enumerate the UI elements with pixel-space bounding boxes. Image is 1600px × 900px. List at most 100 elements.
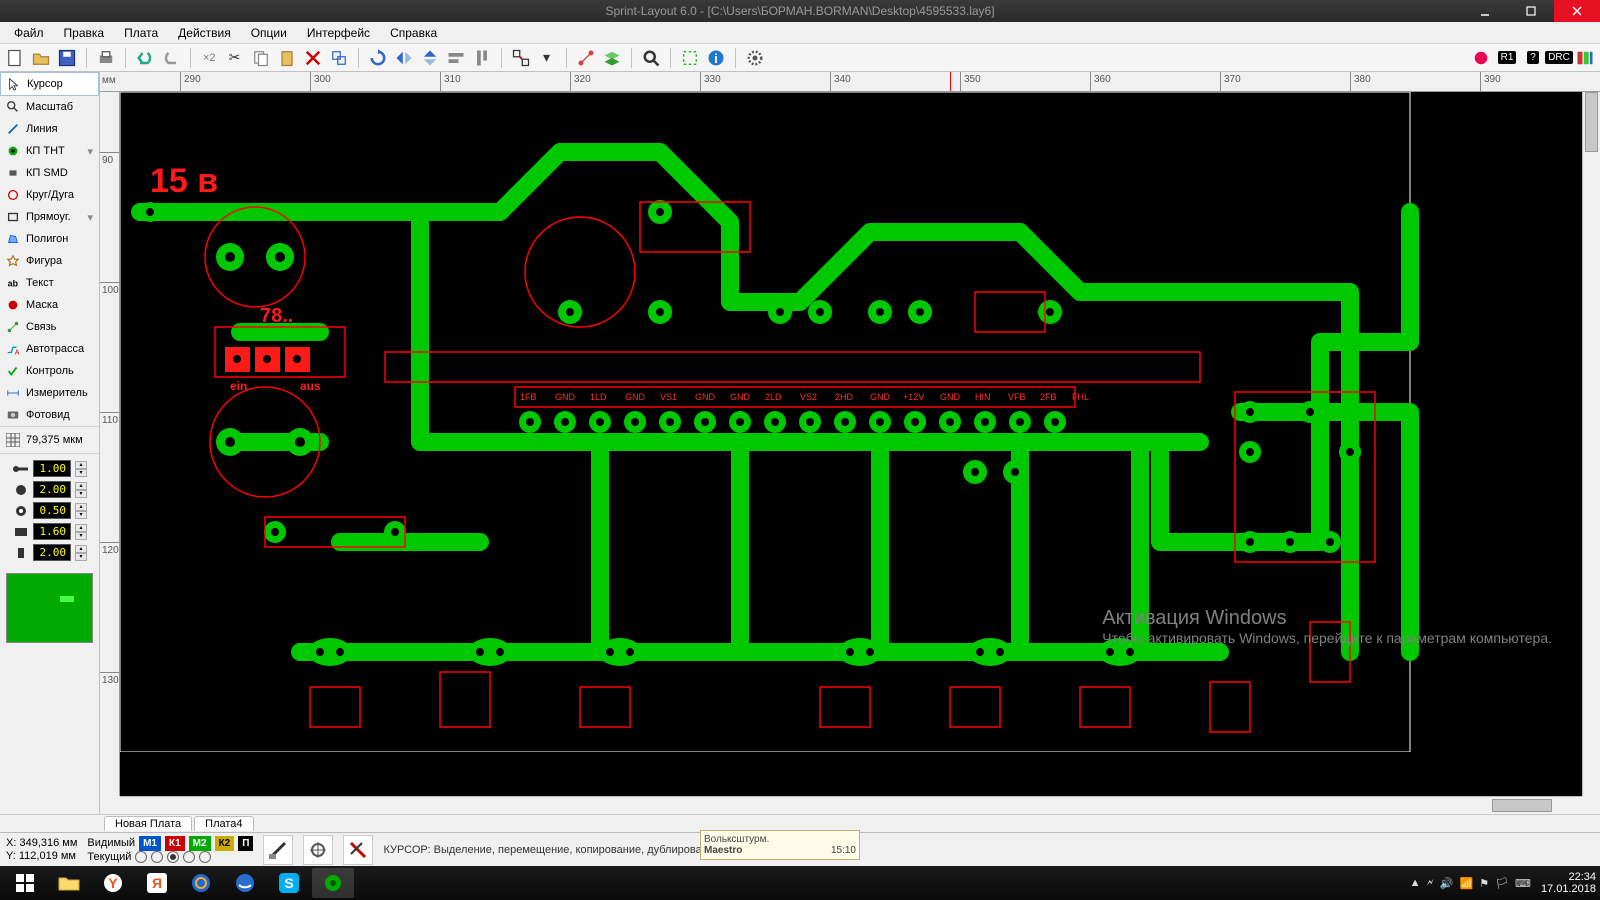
menu-interface[interactable]: Интерфейс xyxy=(299,24,378,42)
tool-smd-pad[interactable]: КП SMD xyxy=(0,162,99,184)
delete-button[interactable] xyxy=(302,47,324,69)
layer-radio-m1[interactable] xyxy=(135,851,147,863)
menu-options[interactable]: Опции xyxy=(243,24,295,42)
menu-file[interactable]: Файл xyxy=(6,24,52,42)
layer-radio-k1[interactable] xyxy=(151,851,163,863)
scrollbar-horizontal[interactable] xyxy=(120,796,1582,814)
taskbar-yandex[interactable]: Y xyxy=(92,868,134,898)
stepper[interactable]: ▴▾ xyxy=(75,461,87,477)
stepper[interactable]: ▴▾ xyxy=(75,545,87,561)
help-badge[interactable]: ? xyxy=(1522,47,1544,69)
tool-autoroute[interactable]: AАвтотрасса xyxy=(0,338,99,360)
align-button-2[interactable] xyxy=(471,47,493,69)
tool-mask[interactable]: Маска xyxy=(0,294,99,316)
paste-button[interactable] xyxy=(276,47,298,69)
tray-volume-icon[interactable]: 🔊 xyxy=(1440,877,1454,890)
stepper[interactable]: ▴▾ xyxy=(75,503,87,519)
status-tool-1[interactable] xyxy=(263,835,293,865)
tray-network-icon[interactable]: 📶 xyxy=(1460,877,1474,890)
tray-keyboard-icon[interactable]: ⌨ xyxy=(1515,877,1531,890)
param-pad-inner[interactable]: 0.50 xyxy=(33,502,71,519)
taskbar-sprint-layout[interactable] xyxy=(312,868,354,898)
tool-shape[interactable]: Фигура xyxy=(0,250,99,272)
duplicate-button[interactable] xyxy=(328,47,350,69)
tool-polygon[interactable]: Полигон xyxy=(0,228,99,250)
system-tray[interactable]: ▲ 🗲 🔊 📶 ⚑ 🏳 ⌨ xyxy=(1410,877,1531,890)
param-pad-outer[interactable]: 2.00 xyxy=(33,481,71,498)
taskbar-preview-popup[interactable]: Волькcштурм. Maestro 15:10 xyxy=(700,830,860,860)
tool-photoview[interactable]: Фотовид xyxy=(0,404,99,426)
tool-measure[interactable]: Измеритель xyxy=(0,382,99,404)
settings-button[interactable] xyxy=(744,47,766,69)
selection-button[interactable] xyxy=(679,47,701,69)
dropdown-icon[interactable]: ▾ xyxy=(536,47,558,69)
stepper[interactable]: ▴▾ xyxy=(75,482,87,498)
status-tool-3[interactable] xyxy=(343,835,373,865)
stepper[interactable]: ▴▾ xyxy=(75,524,87,540)
tool-text[interactable]: abТекст xyxy=(0,272,99,294)
flip-h-button[interactable] xyxy=(393,47,415,69)
layer-radio-m2[interactable] xyxy=(167,851,179,863)
menu-actions[interactable]: Действия xyxy=(170,24,239,42)
library-button[interactable] xyxy=(1574,47,1596,69)
taskbar-skype[interactable]: S xyxy=(268,868,310,898)
status-tool-2[interactable] xyxy=(303,835,333,865)
layer-m2[interactable]: М2 xyxy=(189,836,211,851)
menu-help[interactable]: Справка xyxy=(382,24,445,42)
layer-button[interactable] xyxy=(601,47,623,69)
tray-up-icon[interactable]: ▲ xyxy=(1410,877,1421,890)
menu-edit[interactable]: Правка xyxy=(56,24,113,42)
menu-board[interactable]: Плата xyxy=(116,24,166,42)
layer-k2[interactable]: К2 xyxy=(215,836,235,851)
close-button[interactable] xyxy=(1554,0,1600,22)
tool-cursor[interactable]: Курсор xyxy=(0,72,99,96)
record-icon[interactable] xyxy=(1470,47,1492,69)
tool-arc[interactable]: Круг/Дуга xyxy=(0,184,99,206)
param-trace-width[interactable]: 1.00 xyxy=(33,460,71,477)
flip-v-button[interactable] xyxy=(419,47,441,69)
tool-connection[interactable]: Связь xyxy=(0,316,99,338)
drc-badge[interactable]: DRC xyxy=(1548,47,1570,69)
layer-k1[interactable]: К1 xyxy=(165,836,185,851)
tool-rect[interactable]: Прямоуг.▾ xyxy=(0,206,99,228)
taskbar-yandex2[interactable]: Я xyxy=(136,868,178,898)
redo-button[interactable] xyxy=(160,47,182,69)
board-preview[interactable] xyxy=(6,573,93,643)
taskbar-clock[interactable]: 22:34 17.01.2018 xyxy=(1541,871,1596,895)
layer-radio-k2[interactable] xyxy=(183,851,195,863)
tray-shield-icon[interactable]: ⚑ xyxy=(1479,877,1489,890)
cut-button[interactable]: ✂ xyxy=(224,47,246,69)
tray-flag-icon[interactable]: 🏳 xyxy=(1495,877,1509,890)
tool-check[interactable]: Контроль xyxy=(0,360,99,382)
new-file-button[interactable] xyxy=(4,47,26,69)
undo-button[interactable] xyxy=(134,47,156,69)
layer-radio-p[interactable] xyxy=(199,851,211,863)
layer-p[interactable]: П xyxy=(238,836,253,851)
connection-mode-button[interactable] xyxy=(575,47,597,69)
tool-zoom[interactable]: Масштаб xyxy=(0,96,99,118)
tab-new-board[interactable]: Новая Плата xyxy=(104,816,192,831)
snap-button[interactable] xyxy=(510,47,532,69)
tab-board4[interactable]: Плата4 xyxy=(194,816,253,831)
info-button[interactable]: i xyxy=(705,47,727,69)
copy-button[interactable] xyxy=(250,47,272,69)
param-smd-w[interactable]: 1.60 xyxy=(33,523,71,540)
maximize-button[interactable] xyxy=(1508,0,1554,22)
minimize-button[interactable] xyxy=(1462,0,1508,22)
align-button-1[interactable] xyxy=(445,47,467,69)
taskbar-mail[interactable] xyxy=(180,868,222,898)
taskbar-thunderbird[interactable] xyxy=(224,868,266,898)
start-button[interactable] xyxy=(4,868,46,898)
r1-badge[interactable]: R1 xyxy=(1496,47,1518,69)
layer-m1[interactable]: М1 xyxy=(139,836,161,851)
pcb-canvas[interactable]: 15 в 78.. ein aus 1FBGND1LD GNDVS1GND GN… xyxy=(120,92,1582,796)
tool-line[interactable]: Линия xyxy=(0,118,99,140)
taskbar-explorer[interactable] xyxy=(48,868,90,898)
scrollbar-vertical[interactable] xyxy=(1582,92,1600,796)
save-button[interactable] xyxy=(56,47,78,69)
zoom-tool-button[interactable] xyxy=(640,47,662,69)
grid-setting[interactable]: 79,375 мкм xyxy=(0,426,99,453)
print-button[interactable] xyxy=(95,47,117,69)
param-smd-h[interactable]: 2.00 xyxy=(33,544,71,561)
tool-tht-pad[interactable]: КП THT▾ xyxy=(0,140,99,162)
